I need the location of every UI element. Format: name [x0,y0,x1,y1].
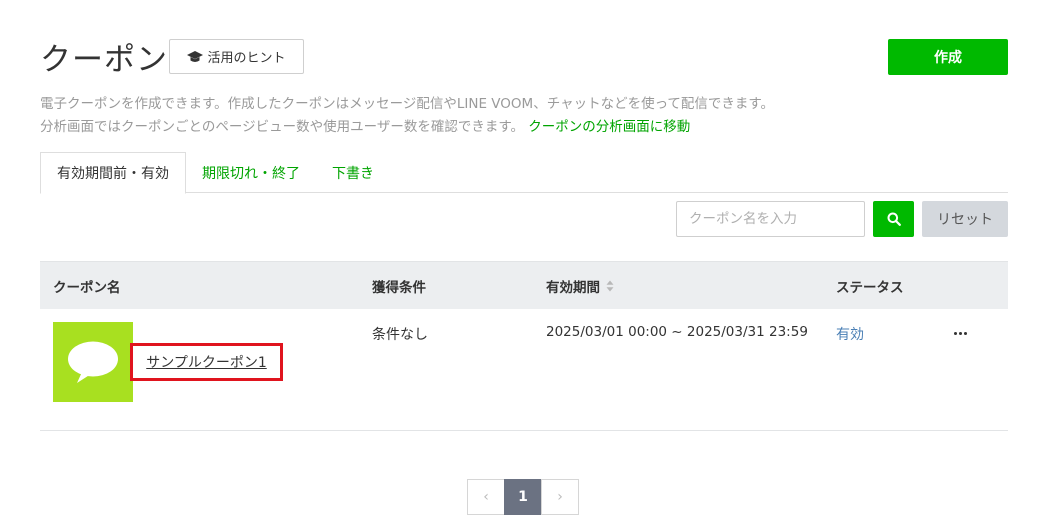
coupon-search-input[interactable] [676,201,865,237]
tab-active-valid[interactable]: 有効期間前・有効 [40,152,186,194]
graduation-cap-icon [187,50,204,62]
column-period-label: 有効期間 [546,280,600,296]
search-icon [887,212,901,226]
page-description: 電子クーポンを作成できます。作成したクーポンはメッセージ配信やLINE VOOM… [40,93,774,139]
table-header: クーポン名 獲得条件 有効期間 ステータス [40,261,1008,309]
page-title: クーポン [40,42,168,78]
reset-button[interactable]: リセット [922,201,1008,237]
coupon-period: 2025/03/01 00:00 ~ 2025/03/31 23:59 [546,324,808,340]
description-line-2-text: 分析画面ではクーポンごとのページビュー数や使用ユーザー数を確認できます。 [40,119,524,135]
table-row: サンプルクーポン1 条件なし 2025/03/01 00:00 ~ 2025/0… [40,309,1008,431]
more-icon-dot [953,331,957,335]
description-line-2: 分析画面ではクーポンごとのページビュー数や使用ユーザー数を確認できます。 クーポ… [40,116,774,139]
coupon-condition: 条件なし [372,327,428,343]
column-coupon-name: クーポン名 [53,280,121,296]
coupon-name-highlight: サンプルクーポン1 [130,343,283,381]
next-page-button[interactable]: › [541,479,579,515]
search-button[interactable] [873,201,914,237]
chat-bubble-icon [68,341,118,383]
pagination: ‹ 1 › [467,479,579,515]
tab-drafts[interactable]: 下書き [316,152,390,193]
coupon-thumbnail[interactable] [53,322,133,402]
hint-button-label: 活用のヒント [207,51,286,66]
more-icon-dot [958,331,962,335]
coupon-page: クーポン 活用のヒント 作成 電子クーポンを作成できます。作成したクーポンはメッ… [0,0,1051,522]
tab-bar: 有効期間前・有効 期限切れ・終了 下書き [40,152,1008,194]
hint-button[interactable]: 活用のヒント [169,39,304,74]
chevron-left-icon: ‹ [483,489,489,505]
more-icon-dot [963,331,967,335]
more-options-button[interactable] [948,325,972,341]
sort-icon[interactable] [606,280,614,292]
column-condition: 獲得条件 [372,280,426,296]
page-1-button[interactable]: 1 [504,479,542,515]
column-status: ステータス [836,280,904,296]
prev-page-button[interactable]: ‹ [467,479,505,515]
analysis-link[interactable]: クーポンの分析画面に移動 [528,119,690,135]
tab-expired-ended[interactable]: 期限切れ・終了 [186,152,316,193]
coupon-name-link[interactable]: サンプルクーポン1 [146,352,267,372]
description-line-1: 電子クーポンを作成できます。作成したクーポンはメッセージ配信やLINE VOOM… [40,96,775,112]
create-button[interactable]: 作成 [888,39,1008,75]
coupon-status[interactable]: 有効 [836,324,864,344]
column-period[interactable]: 有効期間 [546,262,614,310]
chevron-right-icon: › [557,489,563,505]
